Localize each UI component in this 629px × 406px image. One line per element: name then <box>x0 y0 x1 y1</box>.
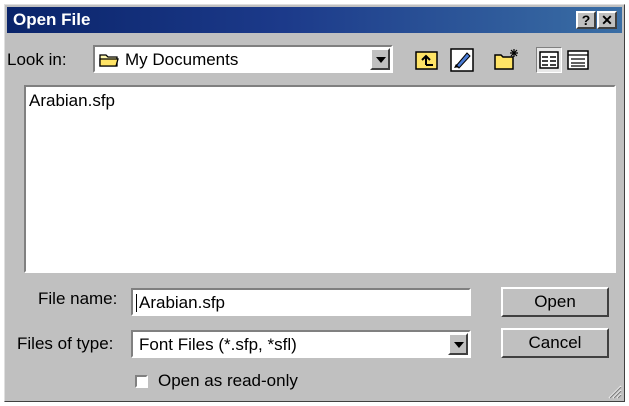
file-list-item[interactable]: Arabian.sfp <box>29 91 115 111</box>
file-type-dropdown[interactable]: Font Files (*.sfp, *sfl) <box>131 330 471 358</box>
list-view-icon[interactable] <box>536 47 562 73</box>
title-bar[interactable]: Open File ? ✕ <box>7 7 622 33</box>
file-list[interactable]: Arabian.sfp <box>24 85 616 273</box>
open-file-dialog: Open File ? ✕ Look in: My Documents Arab… <box>4 4 625 402</box>
read-only-label: Open as read-only <box>158 371 298 390</box>
text-cursor <box>136 294 137 312</box>
file-name-input[interactable]: Arabian.sfp <box>131 288 471 316</box>
create-new-folder-icon[interactable] <box>493 47 519 73</box>
help-button[interactable]: ? <box>576 11 596 29</box>
look-in-dropdown-arrow[interactable] <box>370 48 390 70</box>
file-name-label: File name: <box>38 289 118 308</box>
open-button[interactable]: Open <box>501 287 609 317</box>
resize-grip-icon[interactable] <box>606 383 622 399</box>
look-in-value: My Documents <box>125 50 239 69</box>
explore-desktop-icon[interactable] <box>449 47 475 73</box>
details-view-icon[interactable] <box>565 47 591 73</box>
file-type-label: Files of type: <box>17 334 114 353</box>
dialog-title: Open File <box>13 10 91 29</box>
file-name-value: Arabian.sfp <box>139 293 225 312</box>
up-one-level-icon[interactable] <box>414 47 440 73</box>
folder-icon <box>99 54 119 67</box>
close-button[interactable]: ✕ <box>597 11 617 29</box>
file-type-value: Font Files (*.sfp, *sfl) <box>139 335 297 354</box>
look-in-label: Look in: <box>7 50 67 69</box>
file-type-dropdown-arrow[interactable] <box>448 333 468 355</box>
read-only-checkbox[interactable] <box>135 375 148 388</box>
look-in-dropdown[interactable]: My Documents <box>93 45 393 73</box>
cancel-button[interactable]: Cancel <box>501 328 609 358</box>
